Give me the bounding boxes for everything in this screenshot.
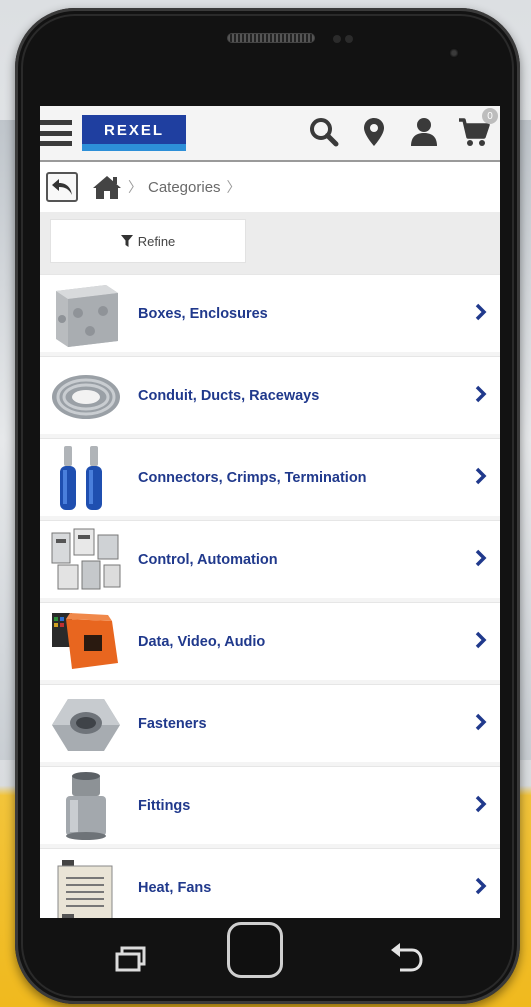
refine-button[interactable]: Refine — [50, 219, 246, 263]
back-icon[interactable] — [388, 942, 424, 976]
home-button[interactable] — [227, 922, 283, 978]
category-label: Control, Automation — [138, 551, 278, 568]
category-label: Heat, Fans — [138, 879, 212, 896]
earpiece-speaker — [227, 33, 315, 43]
chevron-right-icon — [475, 549, 487, 567]
electrical-box-thumbnail — [46, 278, 126, 350]
recent-apps-icon[interactable] — [114, 946, 148, 974]
category-item-fasteners[interactable]: Fasteners — [40, 684, 500, 762]
category-item-heat-fans[interactable]: Heat, Fans — [40, 848, 500, 918]
chevron-right-icon — [475, 303, 487, 321]
breadcrumb: 〉 Categories 〉 — [40, 162, 500, 212]
home-icon[interactable] — [92, 174, 122, 200]
category-label: Fittings — [138, 797, 191, 814]
location-pin-icon[interactable] — [356, 114, 392, 150]
category-list: Boxes, Enclosures Conduit, Ducts, Racewa… — [40, 274, 500, 918]
chevron-right-icon — [475, 631, 487, 649]
category-item-boxes-enclosures[interactable]: Boxes, Enclosures — [40, 274, 500, 352]
category-item-fittings[interactable]: Fittings — [40, 766, 500, 844]
category-label: Data, Video, Audio — [138, 633, 266, 650]
front-camera — [449, 48, 459, 58]
cart-count-badge: 0 — [482, 108, 498, 124]
breadcrumb-item-categories[interactable]: Categories — [148, 179, 221, 196]
fitting-thumbnail — [46, 770, 126, 842]
header-actions: 0 — [306, 108, 498, 150]
chevron-right-icon — [475, 877, 487, 895]
heater-thumbnail — [46, 852, 126, 918]
data-jack-thumbnail — [46, 606, 126, 678]
category-label: Boxes, Enclosures — [138, 305, 268, 322]
filter-icon — [120, 235, 133, 247]
refine-bar: Refine — [40, 212, 500, 274]
cart-icon[interactable]: 0 — [456, 108, 498, 150]
app-header: REXEL 0 — [40, 106, 500, 162]
user-icon[interactable] — [406, 114, 442, 150]
chevron-right-icon — [475, 385, 487, 403]
chevron-right-icon — [475, 795, 487, 813]
category-label: Fasteners — [138, 715, 207, 732]
control-devices-thumbnail — [46, 524, 126, 596]
light-sensor — [345, 35, 353, 43]
back-button[interactable] — [46, 172, 78, 202]
breadcrumb-separator: 〉 — [128, 179, 142, 195]
back-arrow-icon — [52, 179, 72, 195]
search-icon[interactable] — [306, 114, 342, 150]
chevron-right-icon — [475, 467, 487, 485]
category-item-control-automation[interactable]: Control, Automation — [40, 520, 500, 598]
refine-label: Refine — [137, 233, 176, 249]
conduit-coil-thumbnail — [46, 360, 126, 432]
hex-nut-thumbnail — [46, 688, 126, 760]
category-label: Conduit, Ducts, Raceways — [138, 387, 320, 404]
chevron-right-icon — [475, 713, 487, 731]
menu-icon[interactable] — [40, 120, 72, 146]
proximity-sensor — [333, 35, 341, 43]
category-item-conduit[interactable]: Conduit, Ducts, Raceways — [40, 356, 500, 434]
crimp-connectors-thumbnail — [46, 442, 126, 514]
app-screen: REXEL 0 〉 Categories 〉 Refine Boxes, Enc… — [40, 106, 500, 918]
breadcrumb-separator: 〉 — [226, 179, 241, 195]
rexel-logo[interactable]: REXEL — [82, 115, 186, 151]
category-item-connectors[interactable]: Connectors, Crimps, Termination — [40, 438, 500, 516]
category-item-data-video-audio[interactable]: Data, Video, Audio — [40, 602, 500, 680]
category-label: Connectors, Crimps, Termination — [138, 469, 367, 486]
logo-text: REXEL — [103, 121, 164, 139]
